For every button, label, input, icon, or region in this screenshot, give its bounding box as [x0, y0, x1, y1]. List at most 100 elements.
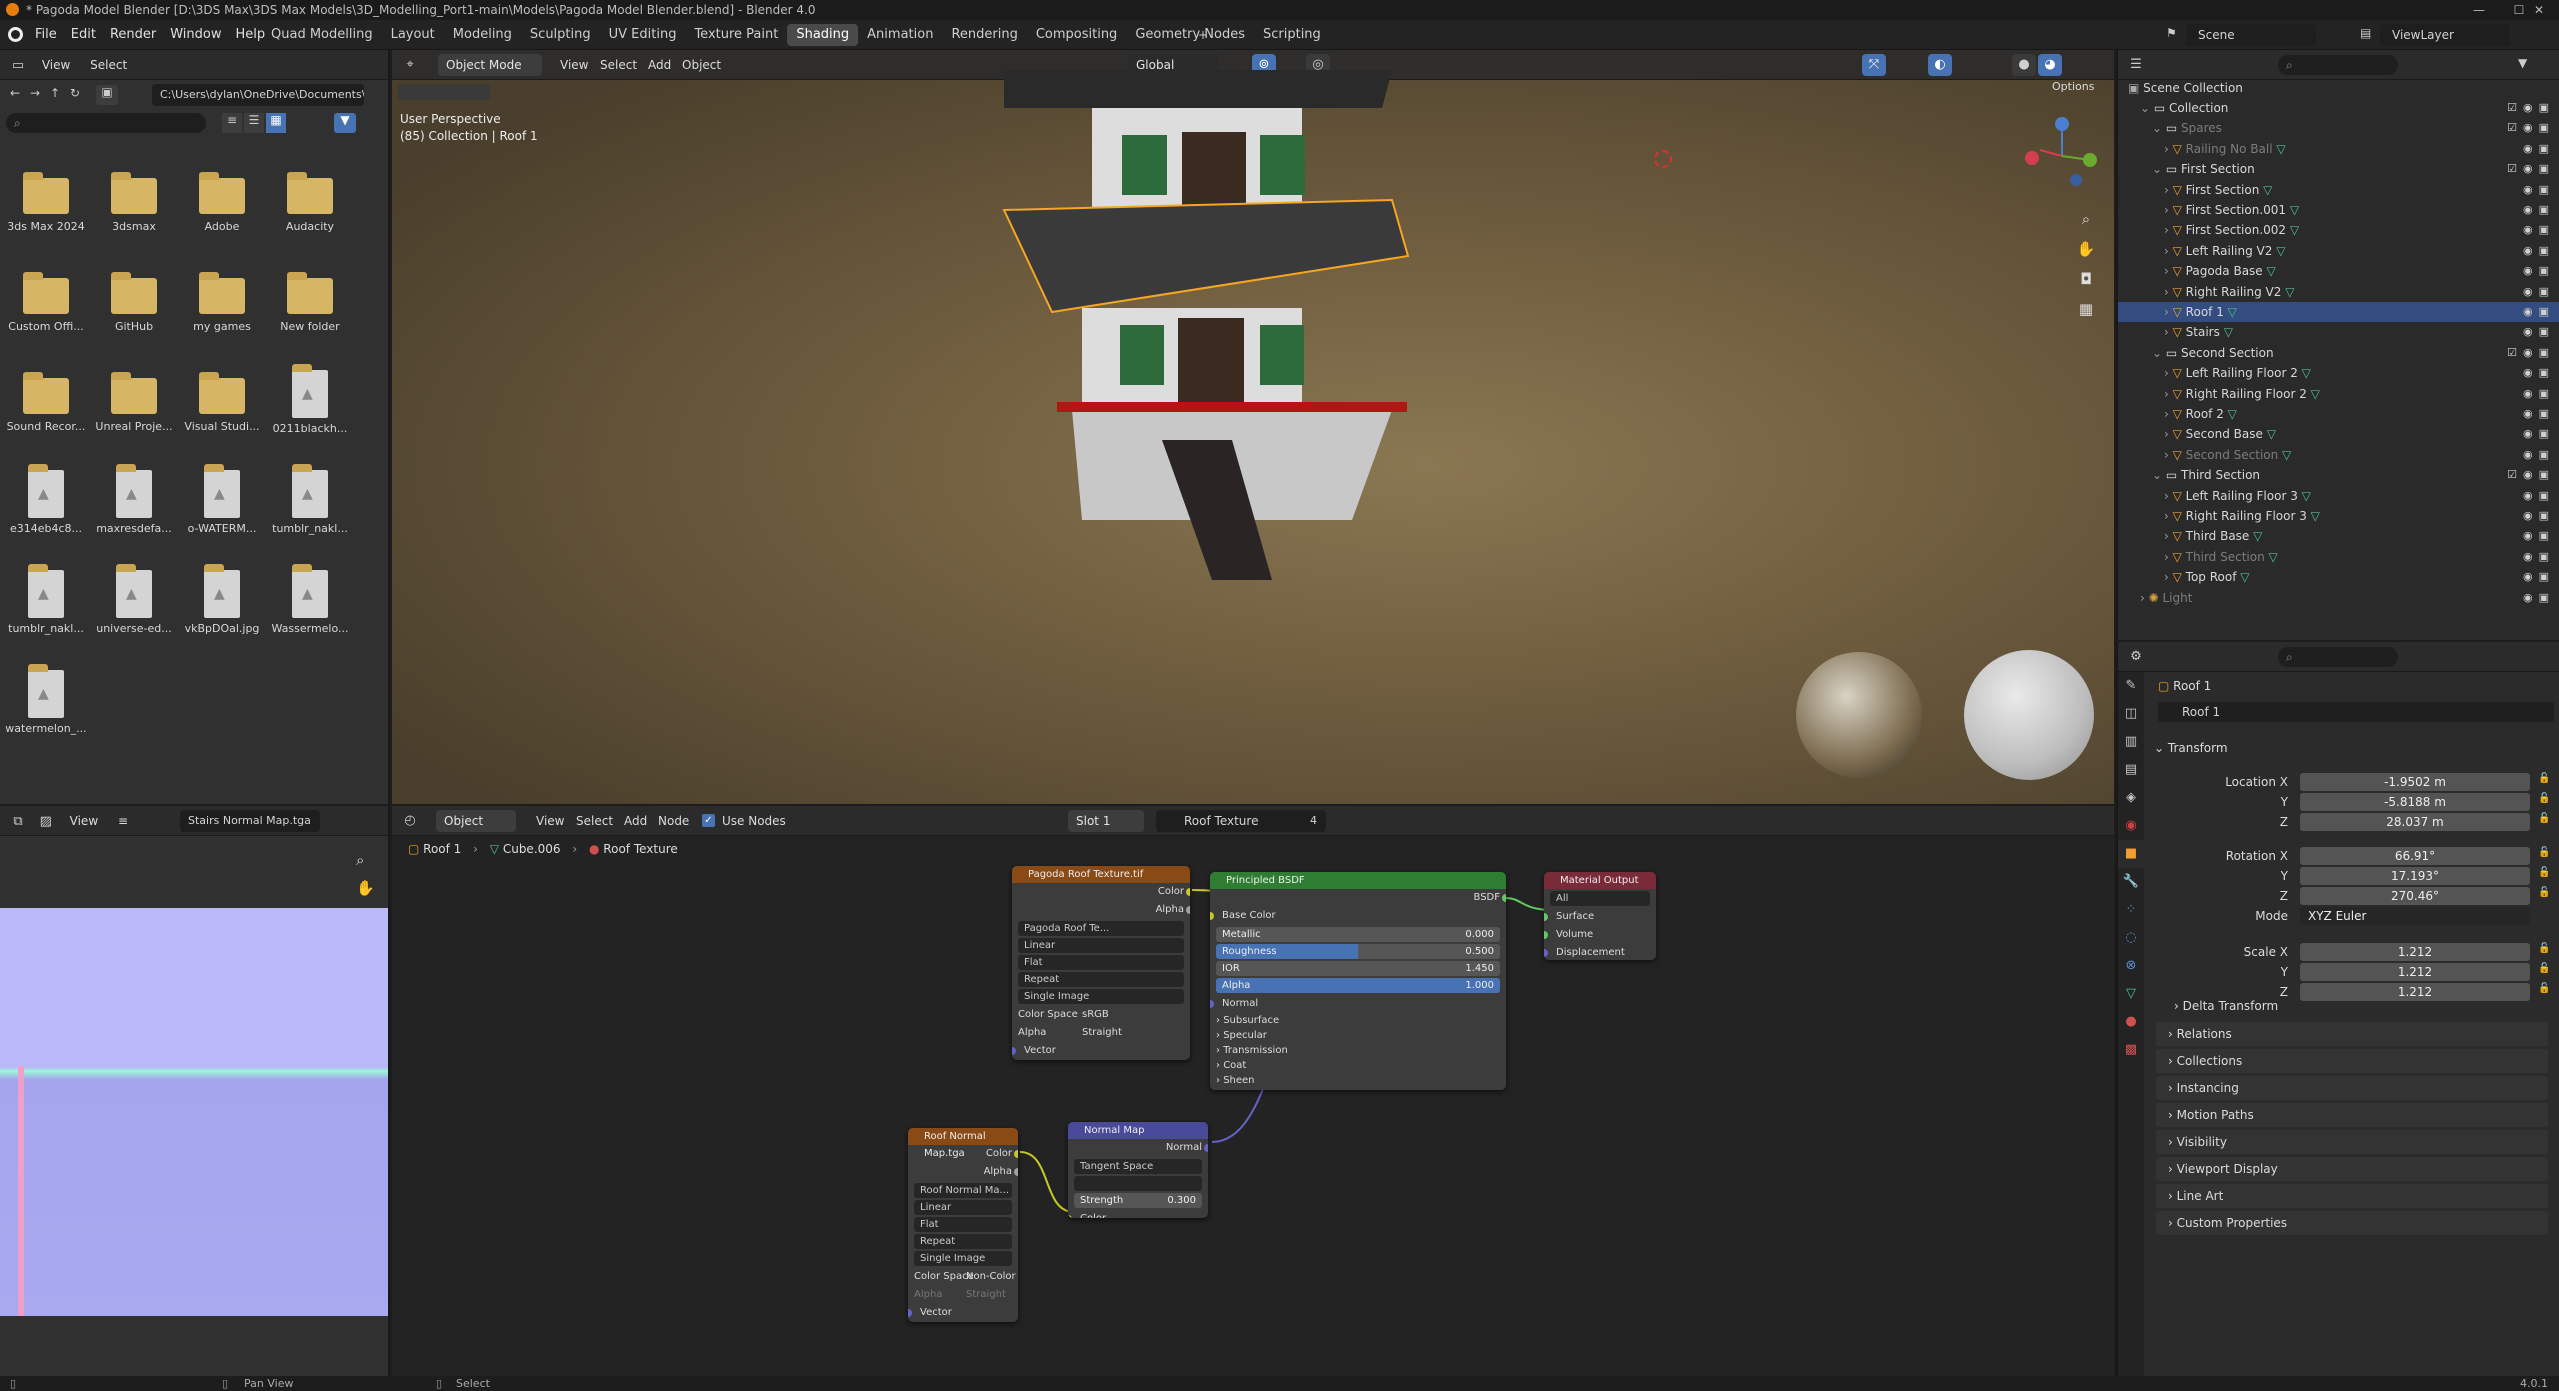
shader-node-editor[interactable]: ◴ Object View Select Add Node ✓ Use Node… — [392, 806, 2114, 1376]
folder-item[interactable]: Unreal Proje... — [90, 358, 178, 458]
source-dropdown[interactable]: Single Image — [914, 1251, 1012, 1266]
world-tab-icon[interactable]: ◉ — [2118, 812, 2144, 840]
tab-modeling[interactable]: Modeling — [444, 24, 521, 46]
extension-dropdown[interactable]: Repeat — [1018, 972, 1184, 987]
folder-item[interactable]: GitHub — [90, 258, 178, 358]
socket-normal-in[interactable]: Normal — [1210, 995, 1506, 1013]
outliner-row[interactable]: › ▽ Second Base ▽ ◉▣ — [2118, 424, 2559, 444]
scene-collection-row[interactable]: ▣ Scene Collection — [2118, 78, 2559, 98]
tab-rendering[interactable]: Rendering — [942, 24, 1026, 46]
expand-chevron-icon[interactable]: › — [2164, 285, 2173, 299]
ior-slider[interactable]: IOR 1.450 — [1216, 961, 1500, 976]
outliner-row[interactable]: › ▽ Roof 2 ▽ ◉▣ — [2118, 404, 2559, 424]
visibility-toggle-icons[interactable]: ◉▣ — [2523, 220, 2555, 240]
viewlayer-selector[interactable]: ViewLayer — [2380, 24, 2510, 46]
visibility-toggle-icons[interactable]: ◉▣ — [2523, 506, 2555, 526]
socket-vector-in[interactable]: Vector — [908, 1304, 1018, 1322]
projection-dropdown[interactable]: Flat — [914, 1217, 1012, 1232]
socket-bsdf-out[interactable]: BSDF — [1210, 889, 1506, 907]
tab-texture-paint[interactable]: Texture Paint — [685, 24, 787, 46]
visibility-toggle-icons[interactable]: ◉▣ — [2523, 139, 2555, 159]
visibility-toggle-icons[interactable]: ◉▣ — [2523, 547, 2555, 567]
visibility-toggle-icons[interactable]: ◉▣ — [2523, 241, 2555, 261]
image-selector[interactable]: Roof Normal Ma... — [914, 1183, 1012, 1198]
tab-shading[interactable]: Shading — [787, 24, 859, 46]
properties-type-icon[interactable]: ⚙ — [2124, 646, 2148, 668]
visibility-toggle-icons[interactable]: ◉▣ — [2523, 282, 2555, 302]
color-space-row[interactable]: Color Space sRGB — [1012, 1006, 1190, 1024]
bsdf-panel-emission[interactable]: › Emission — [1210, 1088, 1506, 1090]
outliner-row[interactable]: › ▽ Right Railing Floor 3 ▽ ◉▣ — [2118, 506, 2559, 526]
alpha-mode-row[interactable]: Alpha Straight — [908, 1286, 1018, 1304]
expand-chevron-icon[interactable]: › — [2164, 550, 2173, 564]
expand-chevron-icon[interactable]: › — [2164, 264, 2173, 278]
visibility-toggle-icons[interactable]: ☑◉▣ — [2507, 118, 2555, 138]
expand-chevron-icon[interactable]: › — [2164, 427, 2173, 441]
folder-item[interactable]: 3ds Max 2024 — [2, 158, 90, 258]
color-space-row[interactable]: Color Space Non-Color — [908, 1268, 1018, 1286]
outliner-row[interactable]: › ▽ Stairs ▽ ◉▣ — [2118, 322, 2559, 342]
parent-dir-icon[interactable]: ↑ — [50, 86, 60, 100]
lock-icon[interactable]: 🔓 — [2538, 963, 2550, 974]
rotation-x-field[interactable]: 66.91° — [2300, 847, 2530, 865]
panel-instancing[interactable]: › Instancing — [2156, 1076, 2548, 1100]
material-output-node[interactable]: Material Output All Surface Volume Displ… — [1544, 872, 1656, 960]
tab-compositing[interactable]: Compositing — [1027, 24, 1127, 46]
file-item[interactable]: vkBpDOal.jpg — [178, 558, 266, 658]
folder-item[interactable]: Custom Offi... — [2, 258, 90, 358]
folder-item[interactable]: Adobe — [178, 158, 266, 258]
lock-icon[interactable]: 🔓 — [2538, 847, 2550, 858]
extension-dropdown[interactable]: Repeat — [914, 1234, 1012, 1249]
folder-item[interactable]: Audacity — [266, 158, 354, 258]
expand-chevron-icon[interactable]: › — [2164, 448, 2173, 462]
file-item[interactable]: o-WATERM... — [178, 458, 266, 558]
outliner-row[interactable]: › ▽ Pagoda Base ▽ ◉▣ — [2118, 261, 2559, 281]
add-workspace-icon[interactable]: + — [1192, 24, 1214, 46]
expand-chevron-icon[interactable]: › — [2164, 387, 2173, 401]
expand-chevron-icon[interactable]: ⌄ — [2152, 162, 2166, 176]
socket-base-color[interactable]: Base Color — [1210, 907, 1506, 925]
image-editor-type-icon[interactable]: ⧉ — [6, 811, 30, 833]
outliner-row[interactable]: › ▽ Third Base ▽ ◉▣ — [2118, 526, 2559, 546]
folder-item[interactable]: 3dsmax — [90, 158, 178, 258]
close-icon[interactable]: ✕ — [2519, 0, 2559, 20]
lock-icon[interactable]: 🔓 — [2538, 793, 2550, 804]
alpha-mode-row[interactable]: Alpha Straight — [1012, 1024, 1190, 1042]
expand-chevron-icon[interactable]: › — [2164, 489, 2173, 503]
visibility-toggle-icons[interactable]: ☑◉▣ — [2507, 465, 2555, 485]
pan-hand-icon[interactable]: ✋ — [2074, 234, 2098, 264]
visibility-toggle-icons[interactable]: ◉▣ — [2523, 526, 2555, 546]
image-menu-view[interactable]: View — [62, 806, 106, 836]
folder-item[interactable]: Visual Studi... — [178, 358, 266, 458]
visibility-toggle-icons[interactable]: ☑◉▣ — [2507, 159, 2555, 179]
bsdf-panel-specular[interactable]: › Specular — [1210, 1028, 1506, 1043]
outliner-row[interactable]: › ▽ Railing No Ball ▽ ◉▣ — [2118, 139, 2559, 159]
lock-icon[interactable]: 🔓 — [2538, 983, 2550, 994]
lock-icon[interactable]: 🔓 — [2538, 813, 2550, 824]
visibility-toggle-icons[interactable]: ◉▣ — [2523, 261, 2555, 281]
expand-chevron-icon[interactable]: › — [2164, 142, 2173, 156]
thumbnail-view-icon[interactable]: ▦ — [266, 113, 286, 133]
tab-layout[interactable]: Layout — [382, 24, 444, 46]
lock-icon[interactable]: 🔓 — [2538, 887, 2550, 898]
file-item[interactable]: watermelon_... — [2, 658, 90, 758]
location-x-field[interactable]: -1.9502 m — [2300, 773, 2530, 791]
rotation-mode-dropdown[interactable]: XYZ Euler — [2300, 907, 2530, 925]
socket-displacement-in[interactable]: Displacement — [1544, 944, 1656, 960]
file-item[interactable]: maxresdefa... — [90, 458, 178, 558]
outliner-filter-icon[interactable]: ▼ — [2518, 56, 2527, 70]
expand-chevron-icon[interactable]: › — [2164, 244, 2173, 258]
outliner-row[interactable]: › ▽ Left Railing Floor 2 ▽ ◉▣ — [2118, 363, 2559, 383]
bsdf-panel-sheen[interactable]: › Sheen — [1210, 1073, 1506, 1088]
visibility-toggle-icons[interactable]: ◉▣ — [2523, 486, 2555, 506]
outliner-row[interactable]: › ▽ Top Roof ▽ ◉▣ — [2118, 567, 2559, 587]
new-folder-icon[interactable]: ▣ — [96, 85, 118, 105]
menu-file[interactable]: File — [28, 20, 64, 50]
outliner-row[interactable]: › ▽ Left Railing Floor 3 ▽ ◉▣ — [2118, 486, 2559, 506]
scale-z-field[interactable]: 1.212 — [2300, 983, 2530, 1001]
transform-header[interactable]: ⌄ Transform — [2154, 738, 2228, 758]
file-item[interactable]: Wassermelo... — [266, 558, 354, 658]
normal-map-node[interactable]: Normal Map Normal Tangent Space Strength… — [1068, 1122, 1208, 1218]
expand-chevron-icon[interactable]: › — [2164, 203, 2173, 217]
outliner-row[interactable]: ⌄ ▭ Third Section ☑◉▣ — [2118, 465, 2559, 485]
